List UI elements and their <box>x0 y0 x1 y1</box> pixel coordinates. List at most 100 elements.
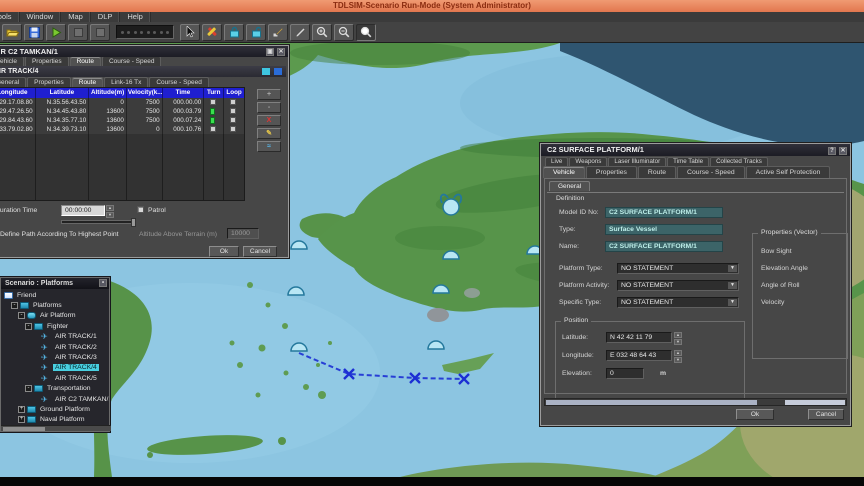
route-ok-button[interactable]: Ok <box>209 246 239 257</box>
tab-vehicle[interactable]: Vehicle <box>543 166 585 178</box>
loop-checkbox[interactable] <box>230 99 236 105</box>
draw-line-button[interactable] <box>290 24 310 41</box>
patrol-checkbox[interactable] <box>137 206 144 213</box>
tree-item-air-c2-tamkan-1[interactable]: ✈AIR C2 TAMKAN/1 <box>1 394 109 404</box>
tree-item-friend[interactable]: Friend <box>1 290 109 300</box>
tab-vehicle[interactable]: Vehicle <box>0 57 24 66</box>
column-header[interactable]: Altitude(m) <box>89 88 127 98</box>
expand-icon[interactable]: + <box>18 406 25 413</box>
tab-route[interactable]: Route <box>72 77 103 87</box>
route-dialog-titlebar[interactable]: AIR C2 TAMKAN/1 ▣ ✕ <box>0 46 288 57</box>
open-scenario-button[interactable] <box>2 24 22 41</box>
column-header[interactable]: Longitude <box>0 88 36 98</box>
tab-link-16-tx[interactable]: Link-16 Tx <box>104 77 148 87</box>
tab-active-self-protection[interactable]: Active Self Protection <box>746 166 831 178</box>
column-header[interactable]: Time <box>163 88 205 98</box>
chevron-down-icon[interactable]: ▼ <box>728 299 737 306</box>
tab-collected-tracks[interactable]: Collected Tracks <box>710 157 768 166</box>
specific-type-dropdown[interactable]: NO STATEMENT ▼ <box>617 297 739 308</box>
tab-course-speed[interactable]: Course - Speed <box>102 57 162 66</box>
column-header[interactable]: Turn <box>204 88 224 98</box>
tab-route[interactable]: Route <box>70 57 101 66</box>
menu-tools[interactable]: Tools <box>0 12 20 22</box>
unlock-view-button[interactable] <box>246 24 266 41</box>
show-route-button[interactable]: ≈ <box>257 141 281 152</box>
collapse-icon[interactable]: - <box>18 312 25 319</box>
tree-panel-titlebar[interactable]: Scenario : Platforms • <box>1 278 109 289</box>
tab-general[interactable]: General <box>549 181 590 191</box>
table-row[interactable]: 33.79.02.80N.34.39.73.10136000000.10.76 <box>0 125 244 134</box>
tree-horizontal-scrollbar[interactable] <box>1 425 111 431</box>
route-cancel-button[interactable]: Cancel <box>243 246 277 257</box>
elevation-input[interactable]: 0 <box>606 368 644 379</box>
longitude-input[interactable]: E 032 48 64 43 <box>606 350 672 361</box>
platform-dialog-titlebar[interactable]: C2 SURFACE PLATFORM/1 ? ✕ <box>541 144 850 156</box>
platform-cancel-button[interactable]: Cancel <box>808 409 844 420</box>
latitude-spinner[interactable]: ▲▼ <box>674 332 682 343</box>
lock-view-button[interactable] <box>224 24 244 41</box>
tree-item-naval-platform[interactable]: +Naval Platform <box>1 415 109 424</box>
turn-checkbox[interactable] <box>210 99 216 105</box>
loop-checkbox[interactable] <box>230 108 236 114</box>
close-icon[interactable]: ✕ <box>839 147 847 155</box>
loop-cell[interactable] <box>224 116 244 125</box>
resize-icon[interactable]: ▣ <box>266 48 274 56</box>
type-value[interactable]: Surface Vessel <box>605 224 723 235</box>
pencil-icon[interactable] <box>262 68 270 75</box>
chevron-down-icon[interactable]: ▼ <box>728 282 737 289</box>
remove-waypoint-button[interactable]: - <box>257 102 281 113</box>
tab-time-table[interactable]: Time Table <box>667 157 709 166</box>
tab-route[interactable]: Route <box>638 166 676 178</box>
tree-item-transportation[interactable]: -Transportation <box>1 384 109 394</box>
tab-course-speed[interactable]: Course - Speed <box>677 166 745 178</box>
turn-cell[interactable] <box>204 107 224 116</box>
save-scenario-button[interactable] <box>24 24 44 41</box>
zoom-out-button[interactable] <box>334 24 354 41</box>
menu-window[interactable]: Window <box>20 12 62 22</box>
table-row[interactable]: 29.47.26.50N.34.45.43.80136007500000.03.… <box>0 107 244 116</box>
column-header[interactable]: Velocity(k... <box>127 88 163 98</box>
menu-dlp[interactable]: DLP <box>91 12 121 22</box>
waypoint-table[interactable]: LongitudeLatitudeAltitude(m)Velocity(k..… <box>0 87 245 201</box>
pin-icon[interactable]: • <box>99 279 107 287</box>
loop-checkbox[interactable] <box>230 126 236 132</box>
turn-checkbox[interactable] <box>210 126 216 132</box>
select-cursor-button[interactable] <box>180 24 200 41</box>
altitude-terrain-input[interactable]: 10000 <box>227 228 259 239</box>
turn-cell[interactable] <box>204 116 224 125</box>
tab-live[interactable]: Live <box>545 157 568 166</box>
tab-laser-illuminator[interactable]: Laser Illuminator <box>608 157 666 166</box>
column-header[interactable]: Latitude <box>36 88 90 98</box>
close-icon[interactable]: ✕ <box>277 48 285 56</box>
zoom-window-button[interactable] <box>356 24 376 41</box>
collapse-icon[interactable]: - <box>11 302 18 309</box>
tree-item-air-platform[interactable]: -Air Platform <box>1 311 109 321</box>
turn-indicator[interactable] <box>210 108 215 115</box>
add-waypoint-button[interactable]: + <box>257 89 281 100</box>
help-icon[interactable]: ? <box>828 147 836 155</box>
turn-cell[interactable] <box>204 98 224 107</box>
stop-button[interactable] <box>90 24 110 41</box>
tree-item-air-track-1[interactable]: ✈AIR TRACK/1 <box>1 332 109 342</box>
platform-dialog-scrollbar[interactable] <box>544 398 847 406</box>
chevron-down-icon[interactable]: ▼ <box>728 265 737 272</box>
longitude-spinner[interactable]: ▲▼ <box>674 350 682 361</box>
tab-weapons[interactable]: Weapons <box>569 157 607 166</box>
turn-cell[interactable] <box>204 125 224 134</box>
delete-route-button[interactable]: X <box>257 115 281 126</box>
loop-cell[interactable] <box>224 125 244 134</box>
tools-button[interactable] <box>202 24 222 41</box>
tree-item-ground-platform[interactable]: +Ground Platform <box>1 404 109 414</box>
tree-item-fighter[interactable]: -Fighter <box>1 321 109 331</box>
turn-indicator[interactable] <box>210 117 215 124</box>
platform-ok-button[interactable]: Ok <box>736 409 774 420</box>
loop-cell[interactable] <box>224 107 244 116</box>
route-progress-slider[interactable] <box>61 220 135 224</box>
loop-checkbox[interactable] <box>230 117 236 123</box>
pause-button[interactable] <box>68 24 88 41</box>
tree-item-platforms[interactable]: -Platforms <box>1 300 109 310</box>
tab-properties[interactable]: Properties <box>25 57 69 66</box>
duration-spinner[interactable]: ▲▼ <box>106 205 114 216</box>
tab-properties[interactable]: Properties <box>586 166 637 178</box>
tree-item-air-track-2[interactable]: ✈AIR TRACK/2 <box>1 342 109 352</box>
